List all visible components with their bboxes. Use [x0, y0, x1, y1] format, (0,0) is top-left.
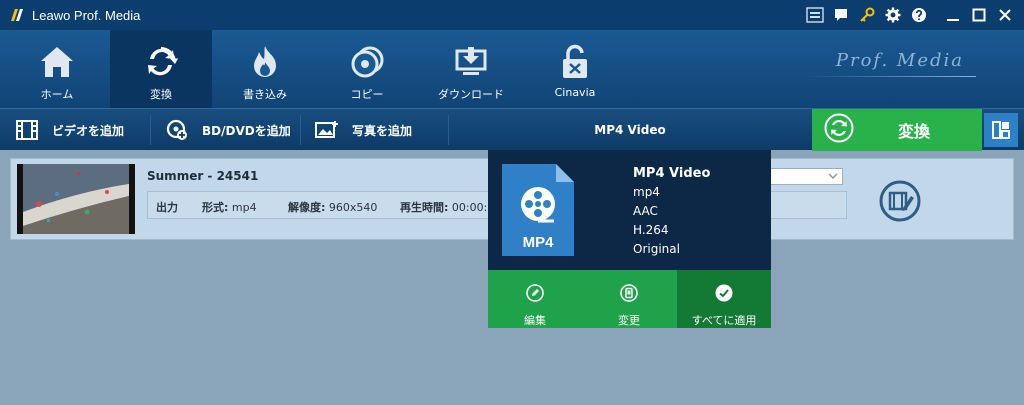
- nav-download-label: ダウンロード: [438, 88, 504, 101]
- key-icon[interactable]: [854, 0, 880, 30]
- close-icon[interactable]: [992, 0, 1018, 30]
- output-label: 出力: [156, 201, 178, 214]
- popup-apply-all-label: すべてに適用: [691, 314, 757, 327]
- nav-convert[interactable]: 変換: [110, 30, 212, 108]
- format-info: MP4 MP4 Video mp4 AAC H.264 Original: [488, 150, 771, 270]
- popup-edit-button[interactable]: 編集: [488, 270, 582, 328]
- chat-icon[interactable]: [828, 0, 854, 30]
- nav-burn[interactable]: 書き込み: [214, 30, 316, 108]
- edit-video-button[interactable]: [879, 180, 921, 226]
- disc-icon: [350, 44, 384, 80]
- chevron-down-icon: [828, 173, 838, 179]
- format-popup: MP4 MP4 Video mp4 AAC H.264 Original 編集 …: [488, 150, 771, 328]
- format-meta: 形式: mp4: [202, 201, 257, 214]
- convert-label: 変換: [898, 122, 931, 141]
- add-video-button[interactable]: ビデオを追加: [14, 109, 124, 151]
- popup-edit-label: 編集: [524, 314, 546, 327]
- nav-cinavia[interactable]: Cinavia: [524, 30, 626, 108]
- convert-button[interactable]: 変換: [812, 109, 982, 151]
- home-icon: [39, 44, 75, 80]
- brand-underline: [806, 76, 976, 77]
- popup-container: mp4: [633, 185, 660, 199]
- add-photo-button[interactable]: 写真を追加: [314, 109, 412, 151]
- add-video-label: ビデオを追加: [52, 123, 125, 138]
- popup-actions: 編集 変更 すべてに適用: [488, 270, 771, 328]
- add-bd-dvd-label: BD/DVDを追加: [202, 123, 291, 138]
- download-icon: [454, 44, 488, 80]
- film-icon: [14, 119, 40, 141]
- popup-change-button[interactable]: 変更: [582, 270, 676, 328]
- nav-burn-label: 書き込み: [243, 88, 287, 101]
- popup-change-label: 変更: [618, 314, 640, 327]
- popup-resolution: Original: [633, 242, 680, 256]
- toolbar-divider: [448, 115, 449, 145]
- video-thumbnail: [17, 164, 135, 234]
- output-format-selector[interactable]: MP4 Video: [560, 109, 700, 151]
- nav-copy[interactable]: コピー: [316, 30, 418, 108]
- nav-home-label: ホーム: [40, 88, 74, 101]
- maximize-icon[interactable]: [966, 0, 992, 30]
- brand-logo: Prof. Media: [835, 50, 964, 71]
- main-nav: ホーム 変換 書き込み コピー ダウンロード Cinavia Prof. Med…: [0, 30, 1024, 108]
- toolbar: ビデオを追加 BD/DVDを追加 写真を追加 MP4 Video 変換: [0, 108, 1024, 151]
- check-icon: [715, 284, 733, 306]
- mp4-file-icon: MP4: [502, 164, 576, 260]
- refresh-icon: [144, 44, 178, 80]
- duration-meta: 再生時間: 00:00:3: [400, 201, 495, 214]
- subtitle-dropdown[interactable]: [767, 168, 843, 185]
- photo-add-icon: [314, 119, 340, 141]
- panel-toggle-icon: [992, 121, 1010, 139]
- popup-audio-codec: AAC: [633, 204, 658, 218]
- sidebar-toggle-button[interactable]: [984, 113, 1018, 147]
- convert-refresh-icon: [824, 113, 854, 147]
- add-bd-dvd-button[interactable]: BD/DVDを追加: [164, 109, 291, 151]
- title-bar: Leawo Prof. Media: [0, 0, 1024, 30]
- gear-icon[interactable]: [880, 0, 906, 30]
- file-name: Summer - 24541: [147, 169, 259, 183]
- nav-convert-label: 変換: [150, 88, 172, 101]
- resolution-meta: 解像度: 960x540: [288, 201, 378, 214]
- flame-icon: [248, 44, 282, 80]
- unlock-icon: [560, 44, 590, 80]
- keyboard-icon[interactable]: [802, 0, 828, 30]
- pencil-icon: [526, 284, 544, 306]
- app-title: Leawo Prof. Media: [32, 7, 141, 23]
- popup-apply-all-button[interactable]: すべてに適用: [677, 270, 771, 328]
- app-logo-icon: [8, 6, 26, 24]
- film-edit-icon: [879, 180, 921, 222]
- minimize-icon[interactable]: [940, 0, 966, 30]
- help-icon[interactable]: [906, 0, 932, 30]
- device-icon: [620, 284, 638, 306]
- add-photo-label: 写真を追加: [352, 123, 413, 138]
- nav-copy-label: コピー: [350, 88, 384, 101]
- mp4-badge-text: MP4: [523, 234, 555, 251]
- nav-cinavia-label: Cinavia: [554, 86, 596, 99]
- nav-home[interactable]: ホーム: [6, 30, 108, 108]
- toolbar-divider: [300, 115, 301, 145]
- nav-download[interactable]: ダウンロード: [420, 30, 522, 108]
- toolbar-divider: [150, 115, 151, 145]
- popup-format-title: MP4 Video: [633, 166, 711, 181]
- popup-video-codec: H.264: [633, 223, 669, 237]
- disc-add-icon: [164, 119, 190, 141]
